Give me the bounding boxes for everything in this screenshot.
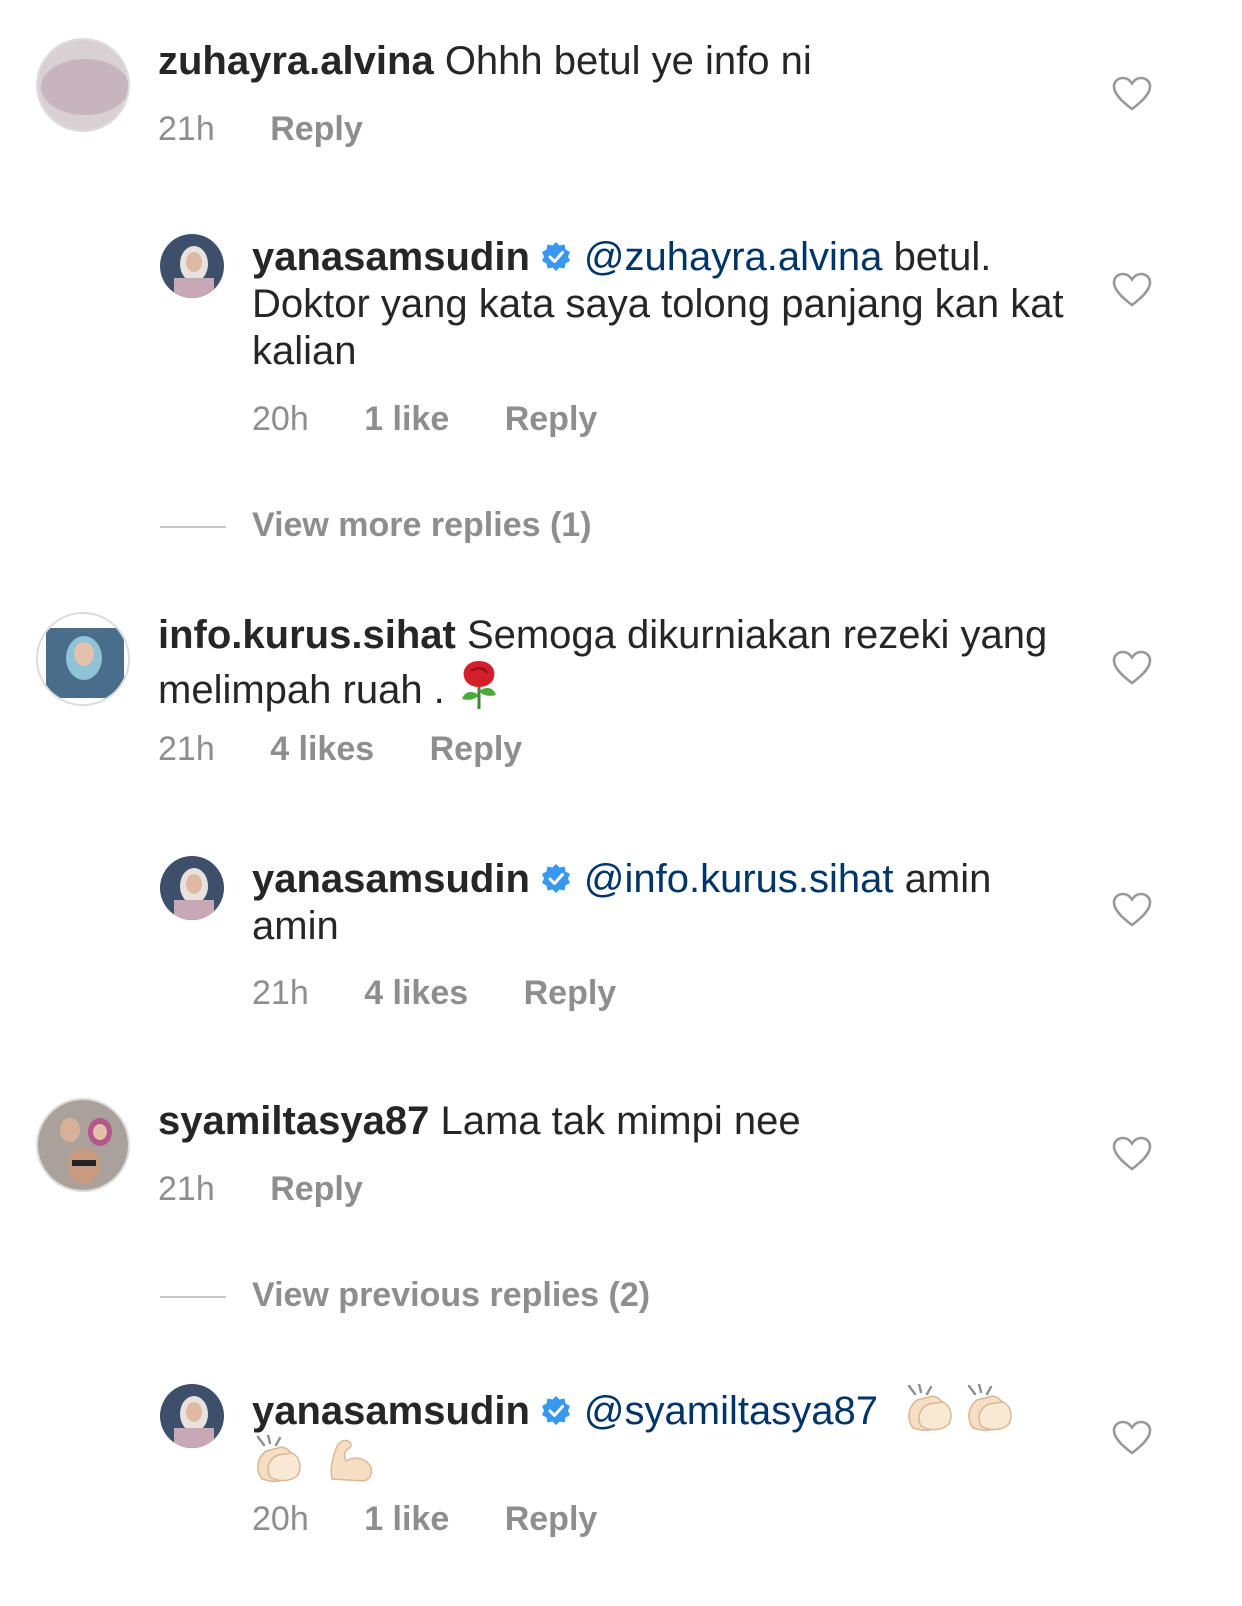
comment-meta: 21h 4 likes Reply [158,730,568,769]
view-previous-replies[interactable]: View previous replies (2) [0,1272,1242,1322]
verified-badge-icon [541,864,570,893]
heart-icon[interactable] [1112,1420,1152,1456]
username[interactable]: yanasamsudin [252,857,530,901]
mention-link[interactable]: @zuhayra.alvina [584,235,883,279]
likes-count[interactable]: 1 like [364,400,449,439]
username[interactable]: yanasamsudin [252,1389,530,1433]
avatar[interactable] [160,234,224,298]
comment-meta: 21h 4 likes Reply [252,974,662,1013]
comment-meta: 20h 1 like Reply [252,1500,643,1539]
comment-text: yanasamsudin @zuhayra.alvina betul. Dokto… [252,234,1072,375]
avatar[interactable] [160,856,224,920]
timestamp: 21h [252,974,309,1012]
verified-badge-icon [541,1396,570,1425]
likes-count[interactable]: 4 likes [270,730,374,769]
clapping-hands-icon [256,1435,301,1483]
comment-meta: 20h 1 like Reply [252,400,643,439]
avatar-image [38,1100,128,1190]
avatar-image [160,856,224,920]
avatar[interactable] [36,612,130,706]
reply-button[interactable]: Reply [524,974,617,1013]
divider-line [160,1296,226,1298]
clapping-hands-icon [907,1384,952,1432]
timestamp: 20h [252,1500,309,1538]
reply-button[interactable]: Reply [505,400,598,439]
comment-text: syamiltasya87 Lama tak mimpi nee [158,1098,1078,1145]
view-more-replies[interactable]: View more replies (1) [0,502,1242,552]
view-more-replies-label[interactable]: View more replies (1) [252,506,592,545]
reply-button[interactable]: Reply [270,110,363,149]
likes-count[interactable]: 4 likes [364,974,468,1013]
comment-text: yanasamsudin @info.kurus.sihat amin amin [252,856,1072,950]
heart-icon[interactable] [1112,76,1152,112]
avatar-image [38,614,128,704]
mention-link[interactable]: @syamiltasya87 [584,1389,878,1433]
clapping-hands-icon [967,1384,1012,1432]
likes-count[interactable]: 1 like [364,1500,449,1539]
divider-line [160,526,226,528]
comment-text: zuhayra.alvina Ohhh betul ye info ni [158,38,1078,85]
heart-icon[interactable] [1112,1136,1152,1172]
mention-link[interactable]: @info.kurus.sihat [584,857,894,901]
avatar[interactable] [36,38,130,132]
heart-icon[interactable] [1112,650,1152,686]
username[interactable]: syamiltasya87 [158,1099,429,1143]
avatar[interactable] [160,1384,224,1448]
comment-text: info.kurus.sihat Semoga dikurniakan reze… [158,612,1078,714]
timestamp: 21h [158,730,215,768]
comment-body: Lama tak mimpi nee [440,1099,801,1143]
avatar-image [160,234,224,298]
username[interactable]: info.kurus.sihat [158,613,456,657]
avatar-image [160,1384,224,1448]
reply-button[interactable]: Reply [505,1500,598,1539]
heart-icon[interactable] [1112,892,1152,928]
comment-body: Ohhh betul ye info ni [444,39,812,83]
comment-text: yanasamsudin @syamiltasya87 [252,1384,1072,1486]
timestamp: 21h [158,1170,215,1208]
rose-emoji-icon [461,661,496,709]
flexed-biceps-icon [330,1439,373,1482]
timestamp: 21h [158,110,215,148]
avatar-image [38,40,128,130]
view-previous-replies-label[interactable]: View previous replies (2) [252,1276,650,1315]
username[interactable]: zuhayra.alvina [158,39,434,83]
verified-badge-icon [541,242,570,271]
reply-button[interactable]: Reply [430,730,523,769]
reply-button[interactable]: Reply [270,1170,363,1209]
username[interactable]: yanasamsudin [252,235,530,279]
avatar[interactable] [36,1098,130,1192]
comment-meta: 21h Reply [158,1170,409,1209]
timestamp: 20h [252,400,309,438]
comment-meta: 21h Reply [158,110,409,149]
heart-icon[interactable] [1112,272,1152,308]
